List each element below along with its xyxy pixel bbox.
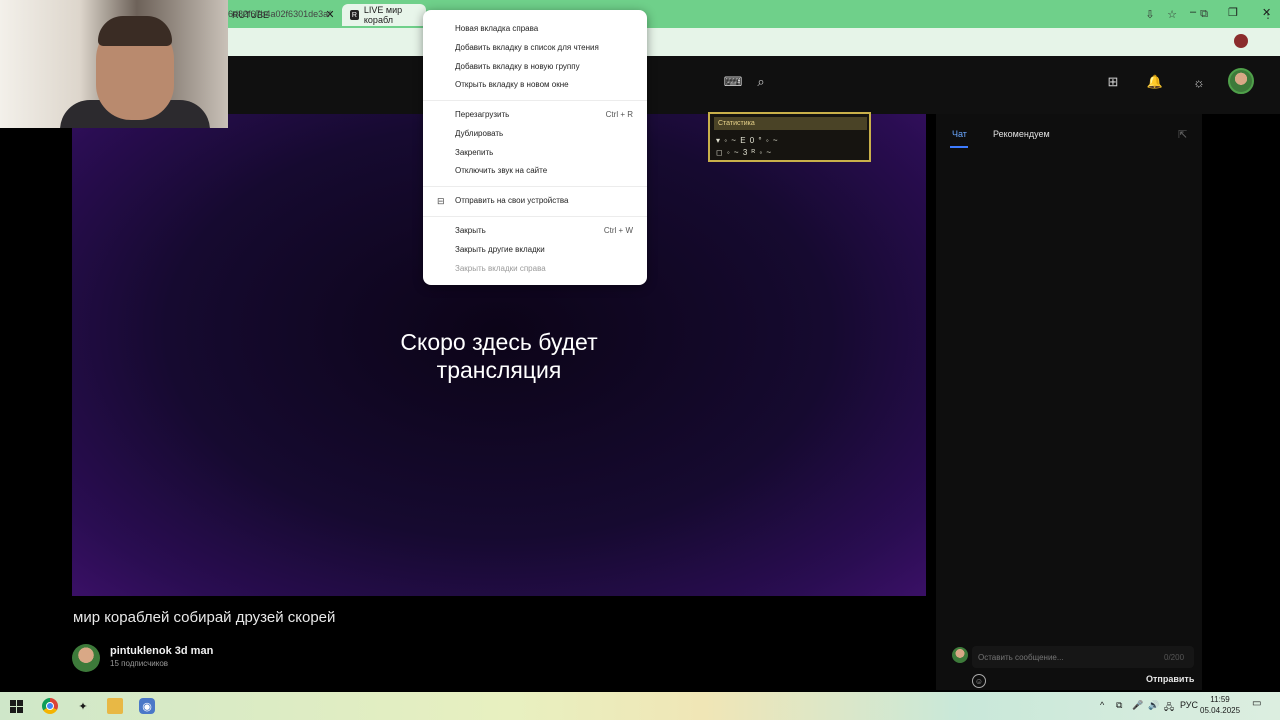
browser-menu-icon[interactable]: ⋮ (1260, 6, 1276, 22)
windows-taskbar (0, 692, 1280, 720)
notifications-icon[interactable]: ▭ (1252, 698, 1261, 709)
menu-item-add-to-new-group[interactable]: Добавить вкладку в новую группу (455, 62, 580, 71)
stats-overlay: Статистика ▾ ◦ ~ E 0 ° ◦ ~ ◻ ◦ ~ 3 ᴿ ◦ ~ (708, 112, 871, 162)
clock-date: 05.04.2025 (1200, 706, 1241, 715)
user-avatar[interactable] (1228, 68, 1254, 94)
menu-item-mute-site[interactable]: Отключить звук на сайте (455, 166, 547, 175)
browser-profile-icon[interactable] (1234, 34, 1248, 48)
app-icon[interactable]: ◉ (139, 698, 155, 714)
menu-item-open-in-new-window[interactable]: Открыть вкладку в новом окне (455, 80, 569, 89)
chat-panel (936, 114, 1202, 690)
stream-title: мир кораблей собирай друзей скорей (73, 609, 336, 626)
start-icon[interactable] (8, 698, 24, 714)
menu-item-pin[interactable]: Закрепить (455, 148, 493, 157)
search-icon[interactable]: ⌕ (752, 73, 770, 91)
network-icon[interactable]: 🖧 (1164, 700, 1174, 716)
add-icon[interactable]: ⊞ (1104, 73, 1122, 91)
menu-item-close[interactable]: Закрыть (455, 226, 486, 235)
extensions-icon[interactable]: ⧉ (1196, 6, 1212, 22)
bookmark-star-icon[interactable]: ☆ (1164, 6, 1180, 22)
menu-separator (423, 186, 647, 187)
menu-separator (423, 216, 647, 217)
webcam-overlay (0, 0, 228, 128)
rutube-favicon-icon: R (350, 10, 359, 20)
language-indicator[interactable]: РУС (1180, 700, 1198, 710)
menu-item-reload[interactable]: Перезагрузить (455, 110, 509, 119)
send-to-devices-icon: ⊟ (437, 196, 445, 206)
clock[interactable]: 11:59 05.04.2025 (1200, 694, 1240, 716)
tab-recommended[interactable]: Рекомендуем (993, 129, 1050, 139)
stream-offline-message: Скоро здесь будет трансляция (72, 328, 926, 384)
sun-icon[interactable]: ☼ (1190, 73, 1208, 91)
webcam-person-hair (98, 16, 172, 46)
chat-user-avatar (952, 647, 968, 663)
tab-chat[interactable]: Чат (952, 129, 967, 139)
active-tab-indicator (950, 146, 968, 148)
shortcut-close: Ctrl + W (603, 226, 633, 235)
emoji-icon[interactable]: ☺ (972, 674, 986, 688)
chrome-icon[interactable] (42, 698, 58, 714)
file-explorer-icon[interactable] (107, 698, 123, 714)
menu-separator (423, 100, 647, 101)
shortcut-reload: Ctrl + R (605, 110, 633, 119)
chat-message-input[interactable] (972, 646, 1194, 668)
keyboard-icon[interactable]: ⌨ (724, 73, 743, 91)
volume-icon[interactable]: 🔊 (1148, 700, 1159, 711)
menu-item-new-tab-right[interactable]: Новая вкладка справа (455, 24, 538, 33)
stats-title: Статистика (714, 117, 867, 130)
tab-context-menu: Новая вкладка справа Добавить вкладку в … (423, 10, 647, 285)
channel-avatar[interactable] (72, 644, 100, 672)
microphone-icon[interactable]: 🎤 (1132, 700, 1143, 711)
char-counter: 0/200 (1164, 653, 1185, 662)
tray-app-icon[interactable]: ⧉ (1116, 700, 1122, 711)
bell-icon[interactable]: 🔔 (1146, 73, 1164, 91)
stats-row: ▾ ◦ ~ E 0 ° ◦ ~ (716, 136, 779, 145)
offline-line-1: Скоро здесь будет (400, 329, 598, 355)
popout-icon[interactable]: ⇱ (1178, 128, 1187, 141)
url-text[interactable]: 6d82f67b4a02f6301de3a/ (228, 9, 331, 19)
send-button[interactable]: Отправить (1146, 674, 1194, 684)
app-icon[interactable]: ✦ (75, 698, 91, 714)
restore-icon[interactable]: ❐ (1228, 6, 1238, 19)
tab-label: LIVE мир корабл (363, 5, 403, 25)
menu-item-close-other-tabs[interactable]: Закрыть другие вкладки (455, 245, 545, 254)
offline-line-2: трансляция (436, 357, 562, 383)
menu-item-close-tabs-right[interactable]: Закрыть вкладки справа (455, 264, 546, 273)
menu-item-send-to-devices[interactable]: Отправить на свои устройства (455, 196, 569, 205)
menu-item-duplicate[interactable]: Дублировать (455, 129, 503, 138)
subscriber-count: 15 подписчиков (110, 659, 169, 668)
channel-name[interactable]: pintuklenok 3d man (110, 645, 213, 657)
menu-item-add-to-reading-list[interactable]: Добавить вкладку в список для чтения (455, 43, 599, 52)
stats-row: ◻ ◦ ~ 3 ᴿ ◦ ~ (716, 148, 773, 157)
install-app-icon[interactable]: ⇩ (1142, 6, 1158, 22)
tray-overflow-icon[interactable]: ^ (1100, 700, 1104, 710)
clock-time: 11:59 (1210, 695, 1230, 704)
tab-live-stream[interactable]: R LIVE мир корабл (342, 4, 426, 26)
